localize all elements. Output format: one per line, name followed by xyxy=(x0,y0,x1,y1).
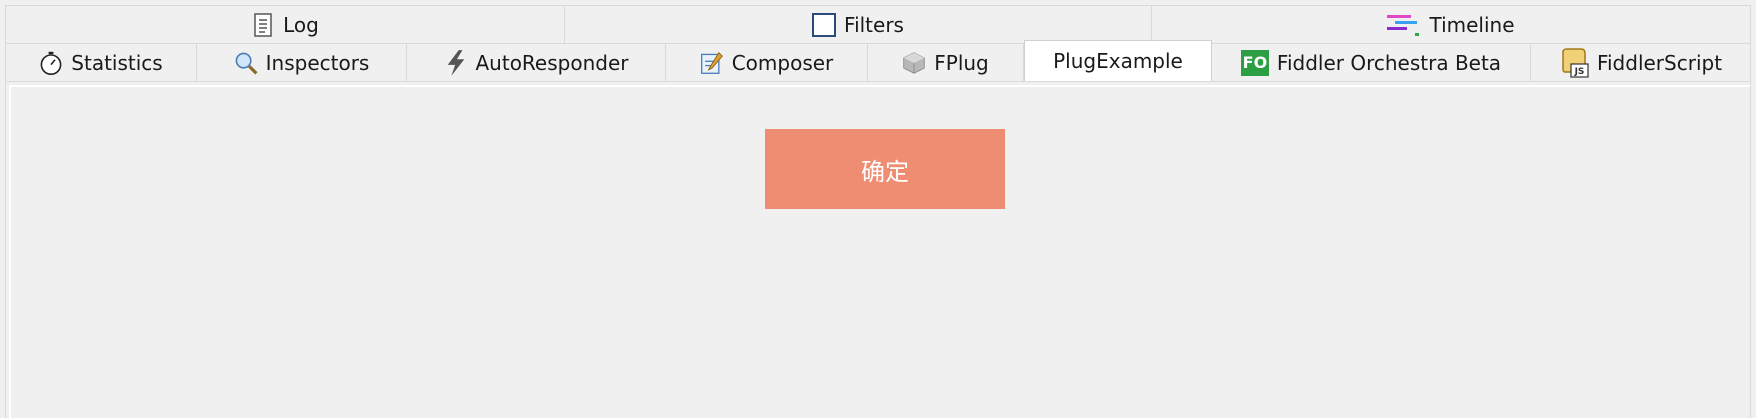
stopwatch-icon xyxy=(39,51,63,75)
tab-composer-label: Composer xyxy=(731,50,834,75)
main-tab-row: Statistics Inspectors AutoResponder Comp… xyxy=(5,40,1751,81)
confirm-button[interactable]: 确定 xyxy=(765,129,1005,209)
plugexample-panel: 确定 xyxy=(5,81,1751,418)
tab-plugexample[interactable]: PlugExample xyxy=(1024,40,1212,81)
tab-statistics[interactable]: Statistics xyxy=(5,43,197,81)
pencil-icon xyxy=(700,51,724,75)
tab-filters[interactable]: Filters xyxy=(565,6,1152,44)
tab-statistics-label: Statistics xyxy=(71,50,163,75)
cube-icon xyxy=(902,51,926,75)
tab-timeline[interactable]: Timeline xyxy=(1152,6,1751,44)
fo-icon: FO xyxy=(1240,49,1269,76)
tab-timeline-label: Timeline xyxy=(1429,12,1515,37)
tab-composer[interactable]: Composer xyxy=(666,43,868,81)
tab-log-label: Log xyxy=(283,12,319,37)
tab-fiddlerscript-label: FiddlerScript xyxy=(1596,50,1723,75)
tab-log[interactable]: Log xyxy=(5,6,565,44)
script-icon-text: JS xyxy=(1574,67,1585,77)
fiddler-window: Log Filters Timeline Statistics Inspecto… xyxy=(0,0,1756,418)
lightning-icon xyxy=(444,49,468,76)
tab-fplug-label: FPlug xyxy=(934,50,989,75)
tab-fiddler-orchestra-label: Fiddler Orchestra Beta xyxy=(1276,50,1502,75)
tab-fplug[interactable]: FPlug xyxy=(868,43,1024,81)
tab-inspectors[interactable]: Inspectors xyxy=(197,43,407,81)
tab-filters-label: Filters xyxy=(844,12,904,37)
checkbox-icon xyxy=(812,12,837,37)
script-icon: JS xyxy=(1559,47,1589,78)
magnifier-icon xyxy=(234,51,258,75)
tab-inspectors-label: Inspectors xyxy=(265,50,370,75)
document-icon xyxy=(251,12,275,37)
tab-fiddlerscript[interactable]: JS FiddlerScript xyxy=(1531,43,1751,81)
panel-body: 确定 xyxy=(9,85,1750,418)
tab-autoresponder-label: AutoResponder xyxy=(475,50,629,75)
tab-plugexample-label: PlugExample xyxy=(1053,49,1183,73)
tab-fiddler-orchestra[interactable]: FO Fiddler Orchestra Beta xyxy=(1212,43,1531,81)
top-tab-row: Log Filters Timeline xyxy=(5,5,1751,44)
timeline-icon xyxy=(1387,13,1421,37)
tab-autoresponder[interactable]: AutoResponder xyxy=(407,43,666,81)
